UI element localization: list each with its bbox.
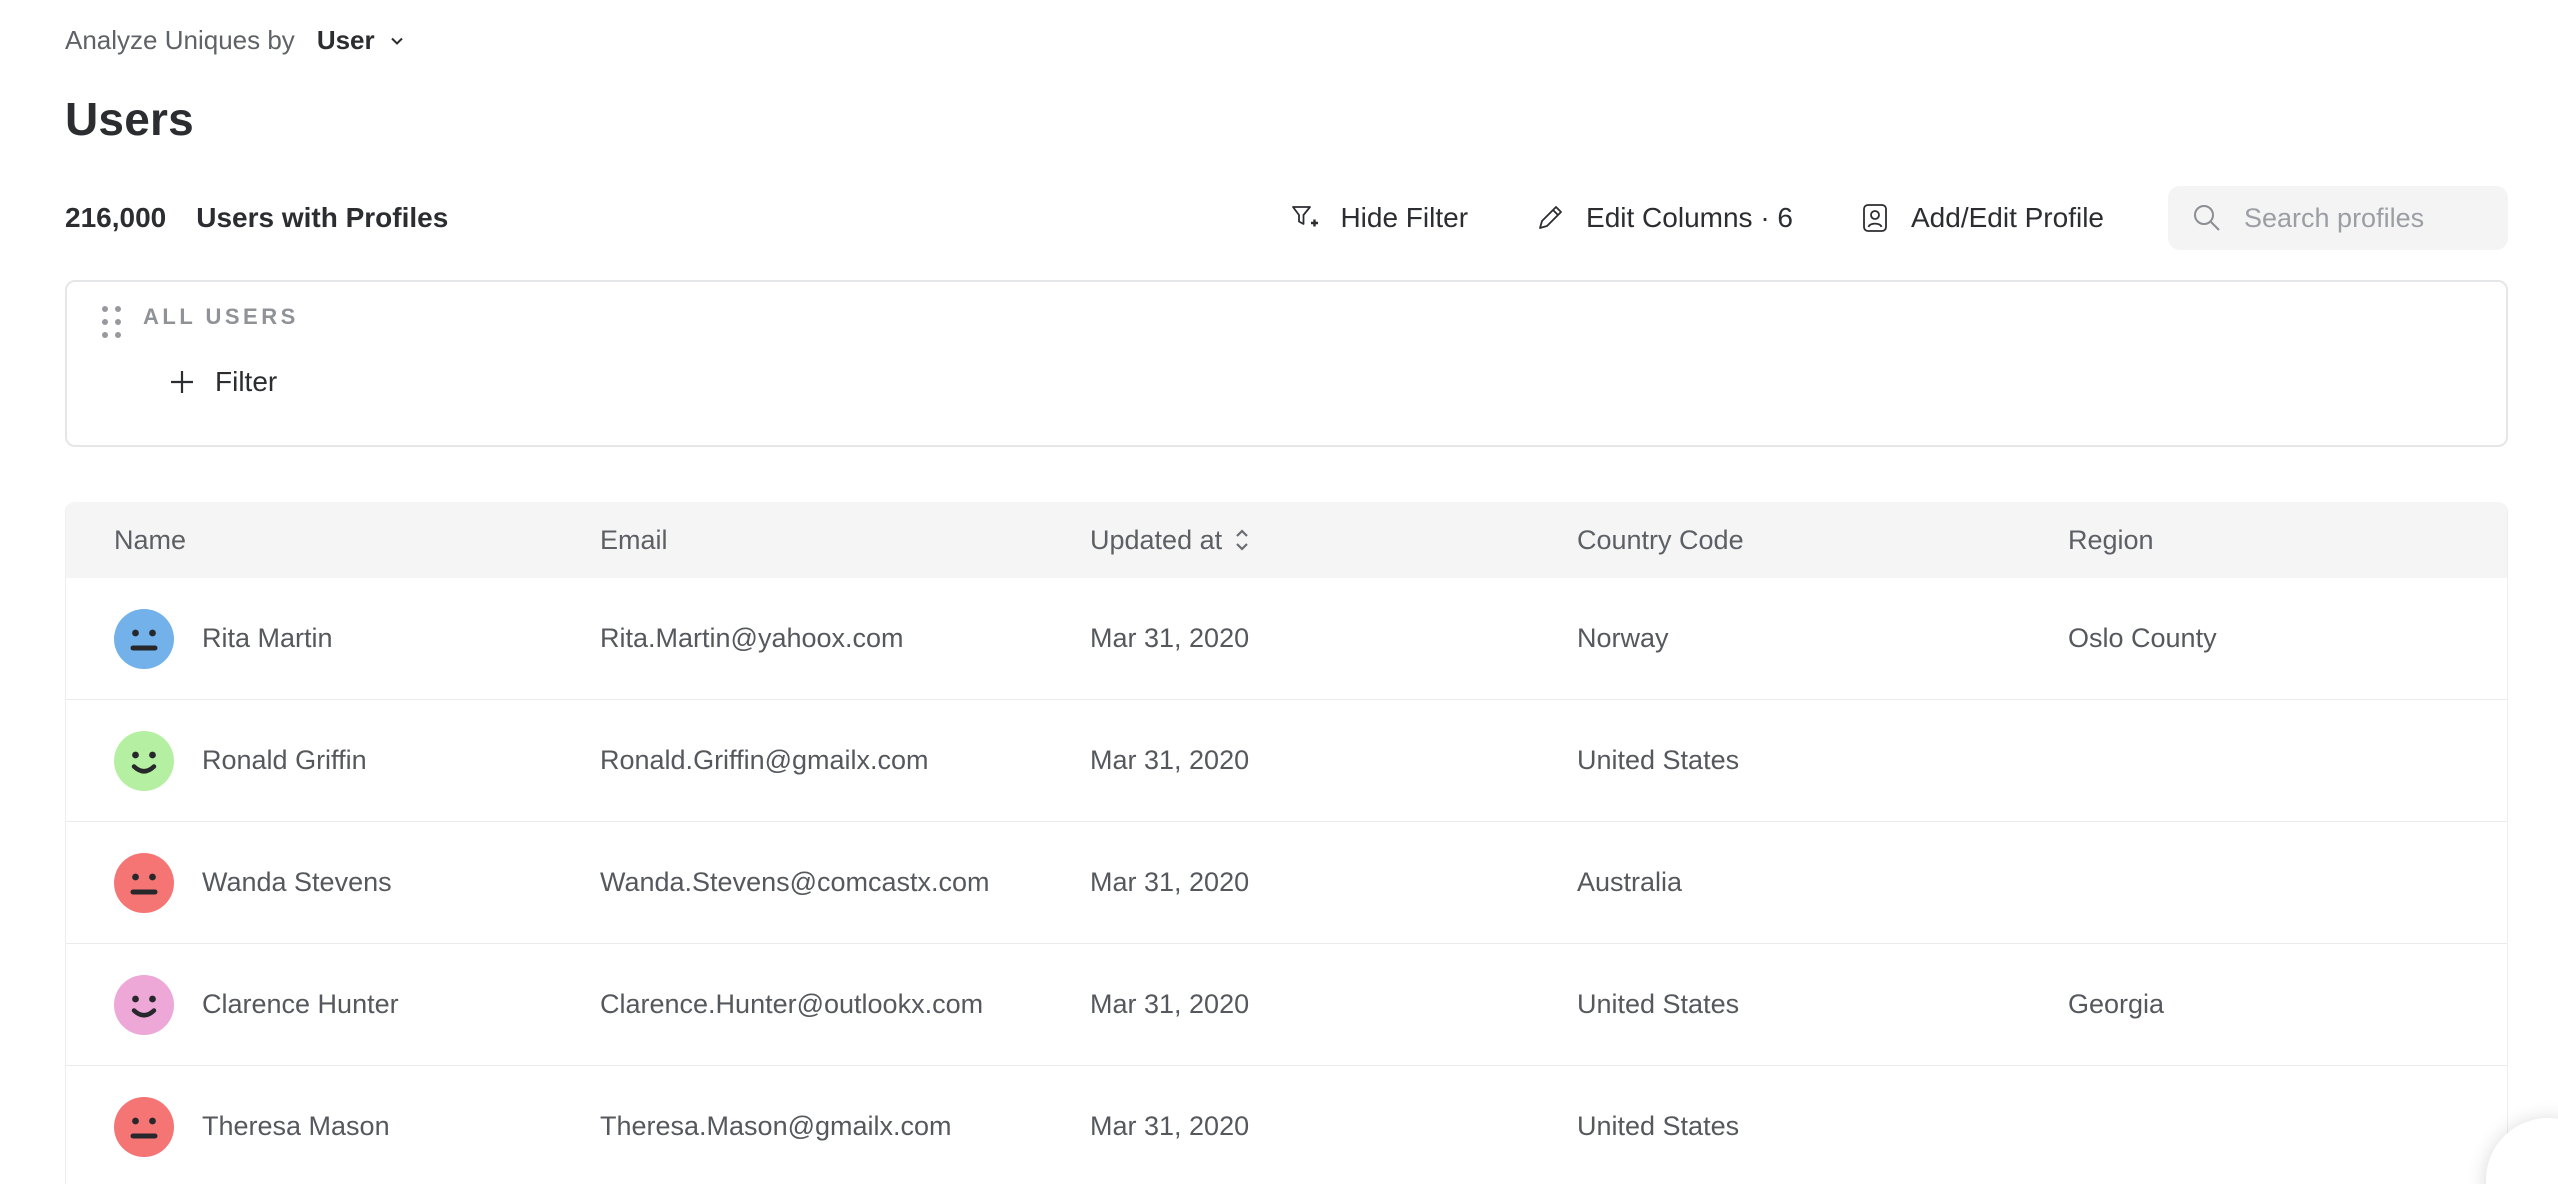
toolbar: Hide Filter Edit Columns · 6 Add/Edit Pr… (1286, 186, 2508, 250)
table-row[interactable]: Ronald Griffin Ronald.Griffin@gmailx.com… (66, 700, 2507, 822)
user-country: United States (1577, 1111, 2068, 1142)
add-edit-profile-label: Add/Edit Profile (1911, 202, 2104, 234)
profiles-count-number: 216,000 (65, 202, 166, 234)
all-users-group-label: ALL USERS (143, 304, 299, 330)
table-row[interactable]: Clarence Hunter Clarence.Hunter@outlookx… (66, 944, 2507, 1066)
analyze-by-dropdown[interactable]: User (317, 25, 407, 56)
drag-handle-icon[interactable] (102, 306, 121, 338)
user-region: Georgia (2068, 989, 2507, 1020)
user-updated-at: Mar 31, 2020 (1090, 989, 1577, 1020)
user-email: Theresa.Mason@gmailx.com (600, 1111, 1090, 1142)
user-updated-at: Mar 31, 2020 (1090, 1111, 1577, 1142)
user-name: Ronald Griffin (202, 745, 367, 776)
table-row[interactable]: Wanda Stevens Wanda.Stevens@comcastx.com… (66, 822, 2507, 944)
table-header-row: Name Email Updated at Country Code Regio… (66, 502, 2507, 578)
table-body: Rita Martin Rita.Martin@yahoox.com Mar 3… (66, 578, 2507, 1184)
add-filter-label: Filter (215, 366, 277, 398)
column-header-name-label: Name (114, 525, 186, 556)
user-avatar (114, 1097, 174, 1157)
column-header-region-label: Region (2068, 525, 2154, 556)
user-avatar (114, 609, 174, 669)
analyze-by-value: User (317, 25, 375, 56)
page-title: Users (65, 92, 2508, 146)
profiles-count: 216,000 Users with Profiles (65, 202, 448, 234)
user-country: United States (1577, 745, 2068, 776)
column-header-updated-at[interactable]: Updated at (1090, 525, 1577, 556)
search-profiles-box (2168, 186, 2508, 250)
meta-toolbar-row: 216,000 Users with Profiles Hide Filter … (65, 186, 2508, 250)
edit-columns-button[interactable]: Edit Columns · 6 (1532, 200, 1793, 236)
hide-filter-button[interactable]: Hide Filter (1286, 200, 1468, 236)
user-avatar (114, 731, 174, 791)
column-header-region[interactable]: Region (2068, 525, 2507, 556)
user-name: Clarence Hunter (202, 989, 399, 1020)
plus-icon (167, 367, 197, 397)
pencil-icon (1532, 200, 1568, 236)
analyze-uniques-row: Analyze Uniques by User (65, 25, 2508, 56)
user-region: Oslo County (2068, 623, 2507, 654)
column-header-updated-at-label: Updated at (1090, 525, 1222, 556)
profile-card-icon (1857, 200, 1893, 236)
user-avatar (114, 975, 174, 1035)
user-email: Ronald.Griffin@gmailx.com (600, 745, 1090, 776)
user-name: Theresa Mason (202, 1111, 390, 1142)
add-edit-profile-button[interactable]: Add/Edit Profile (1857, 200, 2104, 236)
user-country: Norway (1577, 623, 2068, 654)
column-header-name[interactable]: Name (114, 525, 600, 556)
user-country: United States (1577, 989, 2068, 1020)
table-row[interactable]: Theresa Mason Theresa.Mason@gmailx.com M… (66, 1066, 2507, 1184)
edit-columns-label: Edit Columns · 6 (1586, 202, 1793, 234)
user-avatar (114, 853, 174, 913)
sort-icon (1234, 529, 1250, 551)
user-email: Wanda.Stevens@comcastx.com (600, 867, 1090, 898)
profiles-table: Name Email Updated at Country Code Regio… (65, 502, 2508, 1184)
funnel-plus-icon (1286, 200, 1322, 236)
analyze-uniques-label: Analyze Uniques by (65, 25, 295, 56)
user-name: Wanda Stevens (202, 867, 392, 898)
user-updated-at: Mar 31, 2020 (1090, 867, 1577, 898)
table-row[interactable]: Rita Martin Rita.Martin@yahoox.com Mar 3… (66, 578, 2507, 700)
column-header-email-label: Email (600, 525, 668, 556)
search-profiles-input[interactable] (2242, 202, 2486, 235)
column-header-country-code-label: Country Code (1577, 525, 1744, 556)
filter-card: ALL USERS Filter (65, 280, 2508, 447)
user-updated-at: Mar 31, 2020 (1090, 745, 1577, 776)
chevron-down-icon (387, 31, 407, 51)
users-page: Analyze Uniques by User Users 216,000 Us… (0, 25, 2558, 1184)
profiles-count-label: Users with Profiles (196, 202, 448, 234)
user-email: Rita.Martin@yahoox.com (600, 623, 1090, 654)
user-updated-at: Mar 31, 2020 (1090, 623, 1577, 654)
column-header-email[interactable]: Email (600, 525, 1090, 556)
search-icon (2190, 201, 2224, 235)
user-name: Rita Martin (202, 623, 333, 654)
add-filter-button[interactable]: Filter (167, 366, 277, 398)
user-country: Australia (1577, 867, 2068, 898)
user-email: Clarence.Hunter@outlookx.com (600, 989, 1090, 1020)
hide-filter-label: Hide Filter (1340, 202, 1468, 234)
column-header-country-code[interactable]: Country Code (1577, 525, 2068, 556)
